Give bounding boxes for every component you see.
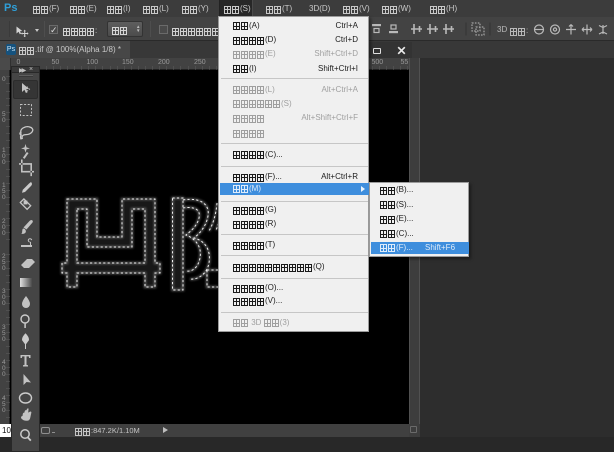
svg-text:3D: 3D (497, 25, 507, 34)
